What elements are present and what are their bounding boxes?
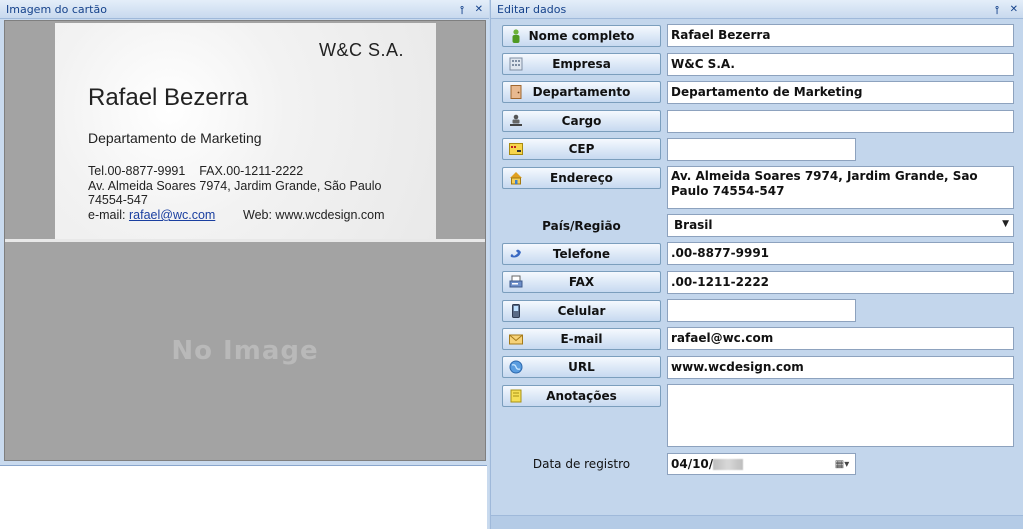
house-icon xyxy=(509,171,523,185)
desk-icon xyxy=(509,114,523,128)
url-label: URL xyxy=(568,360,595,374)
card-email-link[interactable]: rafael@wc.com xyxy=(129,208,215,222)
phone-button[interactable]: Telefone xyxy=(502,243,661,265)
country-select[interactable]: Brasil ▼ xyxy=(667,214,1014,237)
left-bottom-area xyxy=(0,465,487,529)
phone-icon xyxy=(509,247,523,261)
note-icon xyxy=(509,389,523,403)
card-email-line: e-mail: rafael@wc.com xyxy=(88,208,215,222)
notes-field[interactable] xyxy=(667,384,1014,447)
fax-label: FAX xyxy=(568,275,595,289)
company-field[interactable]: W&C S.A. xyxy=(667,53,1014,76)
country-label: País/Região xyxy=(542,219,621,233)
close-icon[interactable]: ✕ xyxy=(475,4,483,15)
card-image-panel: Imagem do cartão ⊸ ✕ W&C S.A. Rafael Bez… xyxy=(0,0,489,529)
full-name-field[interactable]: Rafael Bezerra xyxy=(667,24,1014,47)
postal-code-label: CEP xyxy=(568,142,595,156)
envelope-icon xyxy=(509,332,523,346)
card-back-placeholder: No Image xyxy=(171,336,319,366)
edit-data-panel-header: Editar dados ⊸ ✕ xyxy=(491,0,1023,19)
card-address: Av. Almeida Soares 7974, Jardim Grande, … xyxy=(88,179,382,193)
card-email-prefix: e-mail: xyxy=(88,208,129,222)
url-field[interactable]: www.wcdesign.com xyxy=(667,356,1014,379)
card-department: Departamento de Marketing xyxy=(88,130,262,146)
department-field[interactable]: Departamento de Marketing xyxy=(667,81,1014,104)
country-value: Brasil xyxy=(674,218,713,232)
card-image-panel-header: Imagem do cartão ⊸ ✕ xyxy=(0,0,489,19)
globe-icon xyxy=(509,360,523,374)
postcode-icon xyxy=(509,142,523,156)
card-postal: 74554-547 xyxy=(88,193,148,207)
edit-data-panel: Editar dados ⊸ ✕ Nome completo Rafael Be… xyxy=(490,0,1023,529)
person-icon xyxy=(509,29,523,43)
fax-icon xyxy=(509,275,523,289)
position-button[interactable]: Cargo xyxy=(502,110,661,132)
email-field[interactable]: rafael@wc.com xyxy=(667,327,1014,350)
card-name: Rafael Bezerra xyxy=(88,84,249,111)
mobile-field[interactable] xyxy=(667,299,856,322)
company-button[interactable]: Empresa xyxy=(502,53,661,75)
postal-code-button[interactable]: CEP xyxy=(502,138,661,160)
fax-button[interactable]: FAX xyxy=(502,271,661,293)
email-button[interactable]: E-mail xyxy=(502,328,661,350)
full-name-button[interactable]: Nome completo xyxy=(502,25,661,47)
calendar-dropdown-icon[interactable]: ▦▾ xyxy=(831,456,853,472)
full-name-label: Nome completo xyxy=(528,29,635,43)
postal-code-field[interactable] xyxy=(667,138,856,161)
url-button[interactable]: URL xyxy=(502,356,661,378)
close-icon[interactable]: ✕ xyxy=(1010,4,1018,15)
company-label: Empresa xyxy=(552,57,611,71)
chevron-down-icon: ▼ xyxy=(1002,219,1009,229)
department-label: Departamento xyxy=(532,85,631,99)
phone-label: Telefone xyxy=(552,247,611,261)
door-icon xyxy=(509,85,523,99)
position-label: Cargo xyxy=(561,114,602,128)
registration-date-label: Data de registro xyxy=(532,457,631,471)
card-company: W&C S.A. xyxy=(318,40,404,60)
department-button[interactable]: Departamento xyxy=(502,81,661,103)
registration-date-value: 04/10/ xyxy=(671,457,714,471)
fax-field[interactable]: .00-1211-2222 xyxy=(667,271,1014,294)
card-front-area: W&C S.A. Rafael Bezerra Departamento de … xyxy=(5,21,485,239)
address-button[interactable]: Endereço xyxy=(502,167,661,189)
card-image-panel-title: Imagem do cartão xyxy=(6,3,107,16)
business-card-image[interactable]: W&C S.A. Rafael Bezerra Departamento de … xyxy=(55,23,436,239)
redacted-year xyxy=(713,459,744,470)
position-field[interactable] xyxy=(667,110,1014,133)
card-web: Web: www.wcdesign.com xyxy=(243,208,385,222)
right-bottom-strip xyxy=(491,515,1023,529)
registration-date-field[interactable]: 04/10/ ▦▾ xyxy=(667,453,856,475)
pin-icon[interactable]: ⊸ xyxy=(991,5,1004,14)
pin-icon[interactable]: ⊸ xyxy=(456,5,469,14)
notes-button[interactable]: Anotações xyxy=(502,385,661,407)
address-label: Endereço xyxy=(550,171,613,185)
email-label: E-mail xyxy=(560,332,603,346)
mobile-icon xyxy=(509,304,523,318)
notes-label: Anotações xyxy=(546,389,617,403)
edit-data-panel-title: Editar dados xyxy=(497,3,567,16)
phone-field[interactable]: .00-8877-9991 xyxy=(667,242,1014,265)
mobile-button[interactable]: Celular xyxy=(502,300,661,322)
building-icon xyxy=(509,57,523,71)
card-image-area: W&C S.A. Rafael Bezerra Departamento de … xyxy=(4,20,486,461)
address-field[interactable]: Av. Almeida Soares 7974, Jardim Grande, … xyxy=(667,166,1014,209)
mobile-label: Celular xyxy=(557,304,606,318)
card-tel-fax: Tel.00-8877-9991 FAX.00-1211-2222 xyxy=(88,164,304,178)
